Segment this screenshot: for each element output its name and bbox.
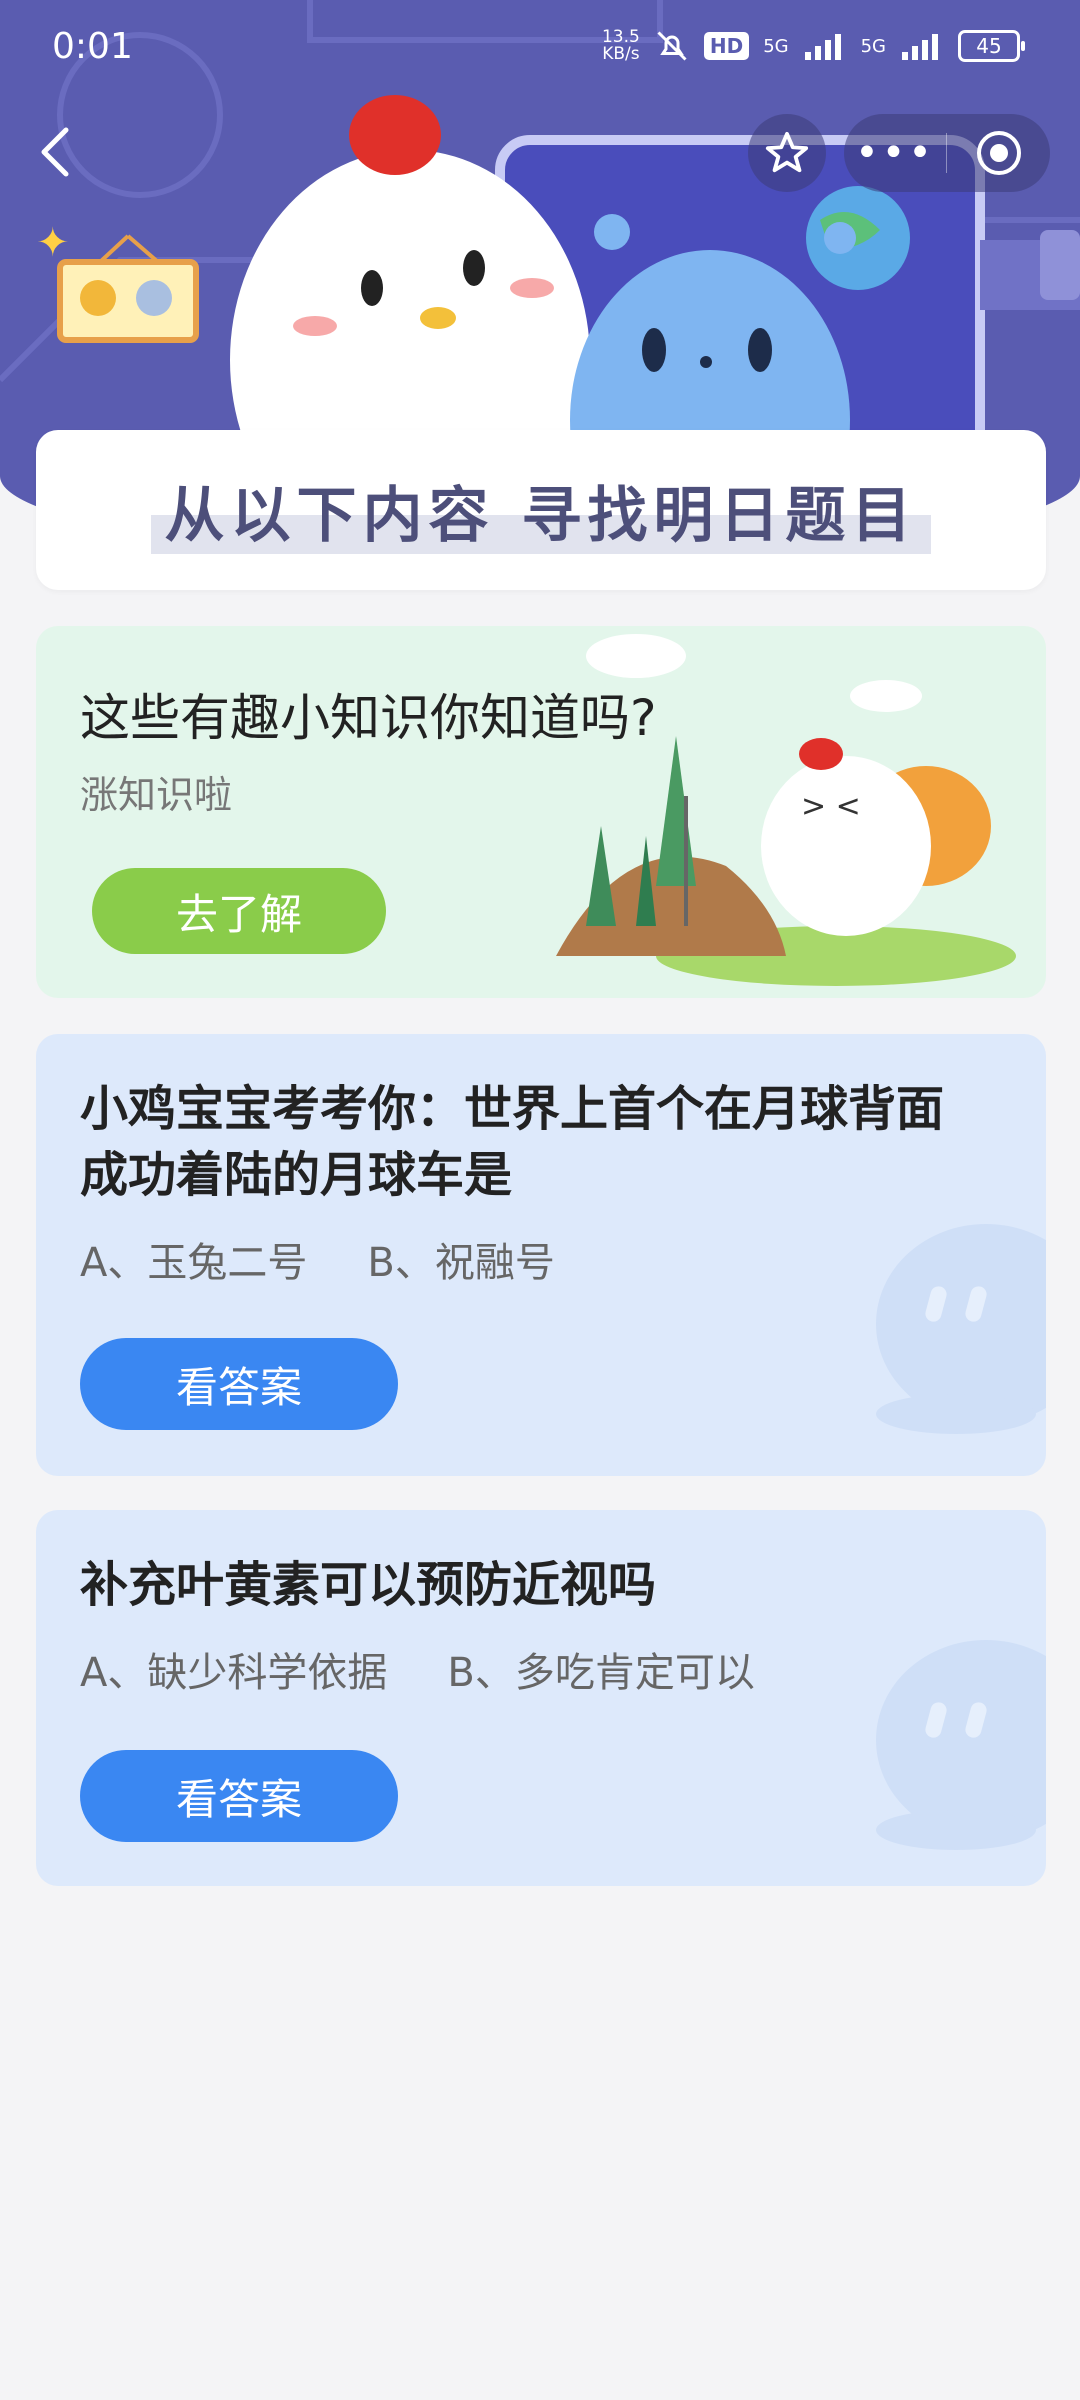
status-bar: 0:01 13.5 KB/s HD 5G 5G 45 — [0, 0, 1080, 100]
question-title: 小鸡宝宝考考你：世界上首个在月球背面成功着陆的月球车是 — [80, 1081, 945, 1203]
miniprogram-capsule: ••• — [844, 114, 1050, 192]
option-a: A、玉兔二号 — [80, 1240, 308, 1286]
back-button[interactable] — [32, 122, 82, 182]
close-miniprogram-button[interactable] — [947, 129, 1050, 177]
learn-more-button[interactable]: 去了解 — [92, 868, 386, 954]
speech-bubble-icon — [876, 1224, 1046, 1434]
view-answer-button[interactable]: 看答案 — [80, 1750, 398, 1842]
more-dots-icon: ••• — [855, 130, 935, 176]
battery-icon: 45 — [958, 30, 1025, 62]
status-icons: 13.5 KB/s HD 5G 5G 45 — [602, 28, 1025, 64]
signal-5g-label-2: 5G — [860, 35, 886, 57]
option-b: B、祝融号 — [367, 1240, 555, 1286]
target-circle-icon — [976, 131, 1021, 175]
option-a: A、缺少科学依据 — [80, 1650, 388, 1696]
question-options: A、缺少科学依据 B、多吃肯定可以 — [80, 1640, 755, 1698]
banner-card: 从以下内容 寻找明日题目 — [36, 430, 1046, 590]
signal-bars-icon — [804, 34, 841, 60]
signal-5g-label-1: 5G — [763, 35, 789, 57]
question-card: 小鸡宝宝考考你：世界上首个在月球背面成功着陆的月球车是 A、玉兔二号 B、祝融号… — [36, 1034, 1046, 1476]
knowledge-card[interactable]: 这些有趣小知识你知道吗? 涨知识啦 去了解 > < — [36, 626, 1046, 998]
signal-bars-icon — [902, 34, 938, 60]
speech-bubble-icon — [876, 1640, 1046, 1850]
question-options: A、玉兔二号 B、祝融号 — [80, 1230, 555, 1288]
banner-title: 从以下内容 寻找明日题目 — [150, 466, 932, 554]
status-time: 0:01 — [52, 26, 133, 67]
knowledge-subtitle: 涨知识啦 — [80, 773, 233, 817]
net-speed-unit: KB/s — [602, 44, 640, 64]
more-button[interactable]: ••• — [844, 133, 946, 173]
mute-bell-icon — [657, 31, 687, 61]
option-b: B、多吃肯定可以 — [447, 1650, 755, 1696]
view-answer-button[interactable]: 看答案 — [80, 1338, 398, 1430]
hd-icon: HD — [703, 32, 750, 60]
battery-level: 45 — [976, 34, 1002, 58]
favorite-button[interactable] — [748, 114, 826, 192]
question-card: 补充叶黄素可以预防近视吗 A、缺少科学依据 B、多吃肯定可以 看答案 — [36, 1510, 1046, 1886]
question-title: 补充叶黄素可以预防近视吗 — [80, 1557, 657, 1613]
chicken-hiking-illustration: > < — [556, 634, 1016, 986]
network-speed: 13.5 KB/s — [602, 29, 640, 63]
svg-text:> <: > < — [801, 789, 861, 824]
chevron-left-icon — [41, 127, 69, 177]
svg-text:✦: ✦ — [36, 220, 70, 266]
star-icon — [765, 131, 809, 173]
